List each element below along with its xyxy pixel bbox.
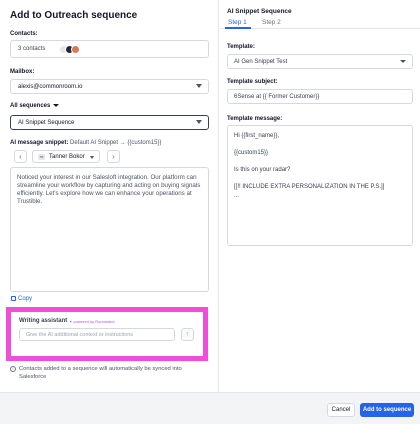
left-panel: Add to Outreach sequence Contacts: 3 con… bbox=[0, 0, 219, 392]
mailbox-label: Mailbox: bbox=[10, 69, 35, 75]
step-tabs: Step 1 Step 2 bbox=[220, 17, 420, 29]
snippet-value: Default AI Snippet → {{custom15}} bbox=[70, 140, 162, 146]
subject-value: 6Sense at {{ Former Customer}} bbox=[234, 94, 320, 100]
previous-button[interactable]: ‹ bbox=[14, 150, 27, 163]
rep-avatar: TB bbox=[38, 154, 45, 160]
message-preview[interactable]: Noticed your interest in our Salesloft i… bbox=[10, 167, 209, 292]
caret-down-icon bbox=[90, 156, 94, 159]
sequence-value: AI Snippet Sequence bbox=[18, 120, 75, 126]
snippet-label: AI message snippet: bbox=[10, 140, 69, 146]
snippet-line: AI message snippet: Default AI Snippet →… bbox=[10, 140, 161, 146]
info-icon: i bbox=[10, 366, 16, 372]
message-line: [[!! INCLUDE EXTRA PERSONALIZATION IN TH… bbox=[234, 184, 385, 190]
assistant-input[interactable]: Give the AI additional context or instru… bbox=[19, 328, 175, 341]
next-button[interactable]: › bbox=[107, 150, 120, 163]
mailbox-value: alexis@commonroom.io bbox=[18, 84, 83, 90]
copy-icon bbox=[11, 296, 16, 301]
chevron-down-icon bbox=[196, 84, 202, 88]
chevron-down-icon bbox=[196, 120, 202, 124]
sequences-filter-label: All sequences bbox=[10, 103, 51, 109]
template-value: AI Gen Snippet Test bbox=[234, 59, 288, 65]
arrow-up-icon: ↑ bbox=[185, 331, 190, 338]
sequence-select[interactable]: AI Snippet Sequence bbox=[10, 115, 209, 130]
add-to-sequence-modal: Add to Outreach sequence Contacts: 3 con… bbox=[0, 0, 420, 424]
contact-avatars bbox=[59, 45, 89, 54]
message-label: Template message: bbox=[227, 116, 283, 122]
sync-info-text: Contacts added to a sequence will automa… bbox=[19, 366, 182, 380]
contacts-field[interactable]: 3 contacts bbox=[10, 40, 209, 58]
subject-label: Template subject: bbox=[227, 79, 278, 85]
avatar bbox=[71, 45, 80, 54]
subject-field[interactable]: 6Sense at {{ Former Customer}} bbox=[227, 89, 413, 104]
sequences-filter[interactable]: All sequences bbox=[10, 103, 60, 109]
chevron-left-icon: ‹ bbox=[19, 152, 22, 161]
chevron-right-icon: › bbox=[112, 152, 115, 161]
rep-name: Tanner Bokor bbox=[49, 154, 85, 160]
contacts-label: Contacts: bbox=[10, 31, 38, 37]
template-select[interactable]: AI Gen Snippet Test bbox=[227, 54, 413, 69]
mailbox-select[interactable]: alexis@commonroom.io bbox=[10, 79, 209, 94]
modal-title: Add to Outreach sequence bbox=[10, 10, 138, 21]
caret-down-icon bbox=[53, 103, 60, 107]
tab-step-2[interactable]: Step 2 bbox=[262, 19, 281, 26]
cancel-button[interactable]: Cancel bbox=[327, 403, 355, 417]
tab-step-1[interactable]: Step 1 bbox=[228, 19, 247, 26]
writing-assistant: Writing assistant ✦ powered by Roomiebot… bbox=[6, 307, 208, 361]
right-panel: AI Snippet Sequence Step 1 Step 2 Templa… bbox=[220, 0, 420, 392]
message-line: ... bbox=[234, 192, 240, 199]
message-line bbox=[234, 158, 384, 167]
message-line: Is this on your radar? bbox=[234, 167, 291, 173]
sequence-title: AI Snippet Sequence bbox=[227, 8, 292, 15]
active-tab-indicator bbox=[225, 27, 251, 29]
contacts-count: 3 contacts bbox=[18, 46, 46, 52]
message-line: Hi {{first_name}}, bbox=[234, 133, 280, 139]
copy-label: Copy bbox=[18, 296, 33, 302]
assistant-title: Writing assistant bbox=[19, 318, 68, 324]
template-message: Hi {{first_name}}, {{custom15}} Is this … bbox=[234, 132, 384, 200]
message-line bbox=[234, 141, 384, 150]
message-text: Noticed your interest in our Salesloft i… bbox=[17, 174, 201, 205]
sync-info: i Contacts added to a sequence will auto… bbox=[10, 365, 209, 381]
rep-select[interactable]: TB Tanner Bokor bbox=[32, 150, 100, 163]
template-message-field[interactable]: Hi {{first_name}}, {{custom15}} Is this … bbox=[227, 125, 413, 246]
copy-button[interactable]: Copy bbox=[11, 296, 32, 302]
message-line: {{custom15}} bbox=[234, 150, 269, 156]
chevron-down-icon bbox=[400, 60, 406, 63]
add-to-sequence-button[interactable]: Add to sequence bbox=[360, 403, 414, 417]
message-line bbox=[234, 175, 384, 184]
assistant-placeholder: Give the AI additional context or instru… bbox=[26, 332, 134, 338]
assistant-powered-by: ✦ powered by Roomiebot bbox=[69, 319, 115, 324]
send-button[interactable]: ↑ bbox=[181, 328, 194, 341]
modal-footer: Cancel Add to sequence bbox=[0, 392, 420, 424]
template-label: Template: bbox=[227, 44, 255, 50]
